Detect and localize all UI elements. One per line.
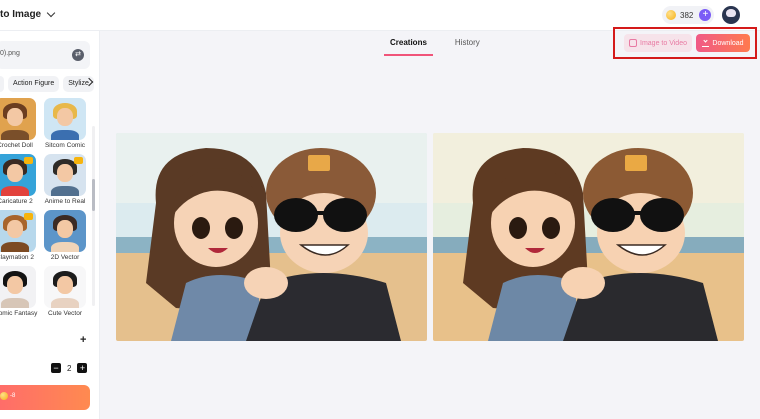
generate-button[interactable]: -8 [0,385,90,410]
style-thumbnail [0,210,36,252]
sidebar: 0).png ⇄ Action Figure Stylize Crochet D… [0,31,100,419]
tool-selector[interactable]: to Image [0,8,56,20]
thumbnail-face [57,108,73,126]
style-thumbnail [44,154,86,196]
style-label: 2D Vector [50,254,80,261]
style-option[interactable]: Crochet Doll [0,98,36,149]
thumbnail-face [7,276,23,294]
thumbnail-face [7,108,23,126]
replace-image-icon[interactable]: ⇄ [72,49,84,61]
style-label: Cute Vector [48,310,82,317]
main-panel: Creations History Image to Video Downloa… [100,27,760,419]
creation-image[interactable] [433,133,744,341]
increase-quantity-button[interactable]: + [77,363,88,373]
scrollbar-track[interactable] [92,126,95,306]
crown-icon [74,157,83,164]
style-option[interactable]: 2D Vector [44,210,86,261]
style-option[interactable]: Anime to Real [44,154,86,205]
thumbnail-face [7,164,23,182]
chevron-down-icon [46,8,56,18]
credits-count: 382 [680,10,694,20]
thumbnail-body [1,242,29,252]
tab-creations[interactable]: Creations [384,38,433,56]
thumbnail-body [51,130,79,140]
style-option[interactable]: Cute Vector [44,266,86,317]
style-thumbnail [0,98,36,140]
thumbnail-body [51,298,79,308]
style-grid: Crochet Doll Sitcom Comic Caricature 2 Anim… [0,98,90,322]
result-tabs: Creations History [384,38,486,56]
style-option[interactable]: Sitcom Comic [44,98,86,149]
coin-icon [0,392,8,400]
scrollbar-thumb[interactable] [92,179,95,211]
style-thumbnail [0,266,36,308]
chibi-friends-image [116,133,427,341]
quantity-value: 2 [67,363,72,373]
style-thumbnail [44,266,86,308]
style-thumbnail [0,154,36,196]
style-category-action-figure[interactable]: Action Figure [8,76,60,92]
quantity-stepper: − 2 + [51,363,88,373]
style-option[interactable]: Claymation 2 [0,210,36,261]
style-option[interactable]: Comic Fantasy [0,266,38,317]
creation-image[interactable] [116,133,427,341]
crown-icon [24,213,33,220]
style-label: Anime to Real [44,198,86,205]
avatar[interactable] [722,6,740,24]
style-thumbnail [44,98,86,140]
add-option-button[interactable]: + [80,334,86,346]
tab-history[interactable]: History [449,38,486,56]
highlight-annotation [613,27,757,59]
coin-icon [666,10,676,20]
thumbnail-face [7,220,23,238]
style-label: Sitcom Comic [44,142,86,149]
style-label: Caricature 2 [0,198,33,205]
style-label: Claymation 2 [0,254,34,261]
thumbnail-face [57,164,73,182]
credits-badge[interactable]: 382 + [662,6,714,24]
thumbnail-body [1,186,29,196]
thumbnail-body [51,186,79,196]
add-credits-button[interactable]: + [699,9,712,21]
thumbnail-body [51,242,79,252]
thumbnail-body [1,298,29,308]
thumbnail-face [57,276,73,294]
file-name: 0).png [0,50,20,57]
style-label: Comic Fantasy [0,310,38,317]
thumbnail-face [57,220,73,238]
style-category-tabs: Action Figure Stylize [0,76,94,94]
generate-cost-value: -8 [10,393,16,399]
decrease-quantity-button[interactable]: − [51,363,61,373]
style-category-previous[interactable] [0,76,4,92]
uploaded-file: 0).png ⇄ [0,41,90,69]
style-label: Crochet Doll [0,142,33,149]
crown-icon [24,157,33,164]
tool-title: to Image [0,9,42,20]
thumbnail-body [1,130,29,140]
style-thumbnail [44,210,86,252]
chibi-friends-image [433,133,744,341]
style-option[interactable]: Caricature 2 [0,154,36,205]
generate-cost: -8 [0,392,15,400]
